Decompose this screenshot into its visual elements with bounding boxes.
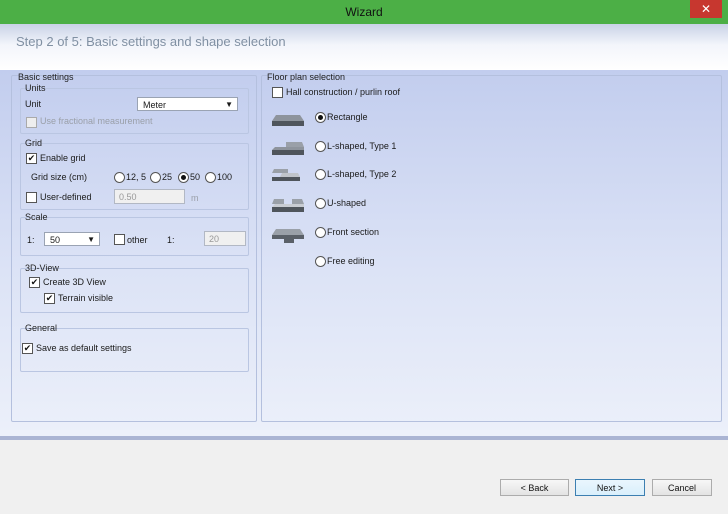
view3d-group [20,268,249,313]
scale-prefix: 1: [27,235,35,245]
close-button[interactable]: ✕ [690,0,722,18]
close-icon: ✕ [700,2,712,16]
shape-label-free-editing: Free editing [327,256,375,266]
chevron-down-icon: ▼ [87,235,95,244]
save-default-label: Save as default settings [36,343,132,353]
terrain-visible-label: Terrain visible [58,293,114,303]
other-scale-checkbox[interactable] [114,234,125,245]
user-defined-label: User-defined [40,192,92,202]
grid-size-25-label: 25 [162,172,173,182]
scale-select[interactable]: 50 ▼ [44,232,100,246]
shape-radio-l-shaped-type2[interactable] [315,169,326,180]
hall-construction-checkbox[interactable] [272,87,283,98]
l-shaped-type2-icon [272,167,306,185]
user-defined-unit: m [191,193,199,203]
grid-size-radio-50[interactable] [178,172,189,183]
step-title: Step 2 of 5: Basic settings and shape se… [16,34,286,49]
shape-label-u-shaped: U-shaped [327,198,367,208]
cancel-button[interactable]: Cancel [652,479,712,496]
save-default-checkbox[interactable]: ✔ [22,343,33,354]
shape-radio-u-shaped[interactable] [315,198,326,209]
shape-radio-l-shaped-type1[interactable] [315,141,326,152]
shape-label-front-section: Front section [327,227,380,237]
chevron-down-icon: ▼ [225,100,233,109]
terrain-visible-checkbox[interactable]: ✔ [44,293,55,304]
create-3d-view-label: Create 3D View [43,277,106,287]
grid-title: Grid [25,138,43,148]
shape-label-l-shaped-type1: L-shaped, Type 1 [327,141,397,151]
scale-select-value: 50 [50,235,61,245]
grid-size-radio-100[interactable] [205,172,216,183]
u-shaped-icon [272,197,306,217]
grid-size-50-label: 50 [190,172,201,182]
grid-size-label: Grid size (cm) [31,172,87,182]
other-scale-input[interactable]: 20 [204,231,246,246]
grid-size-100-label: 100 [217,172,233,182]
window-title: Wizard [345,5,383,19]
grid-size-12-5-label: 12, 5 [126,172,147,182]
shape-radio-rectangle[interactable] [315,112,326,123]
enable-grid-label: Enable grid [40,153,86,163]
back-button[interactable]: < Back [500,479,569,496]
user-defined-input[interactable]: 0.50 [114,189,185,204]
shape-label-rectangle: Rectangle [327,112,368,122]
fractional-label: Use fractional measurement [40,116,153,126]
basic-settings-title: Basic settings [18,72,74,82]
enable-grid-checkbox[interactable]: ✔ [26,153,37,164]
general-title: General [25,323,58,333]
hall-construction-label: Hall construction / purlin roof [286,87,401,97]
fractional-checkbox[interactable] [26,117,37,128]
shape-radio-front-section[interactable] [315,227,326,238]
other-scale-prefix: 1: [167,235,175,245]
rectangle-shape-icon [272,112,306,130]
unit-label: Unit [25,99,42,109]
next-button[interactable]: Next > [575,479,645,496]
unit-select-value: Meter [143,100,167,110]
shape-radio-free-editing[interactable] [315,256,326,267]
scale-title: Scale [25,212,48,222]
front-section-icon [272,227,306,247]
footer [0,440,728,514]
floor-plan-title: Floor plan selection [267,72,346,82]
unit-select[interactable]: Meter ▼ [137,97,238,111]
floor-plan-group [261,75,722,422]
user-defined-checkbox[interactable] [26,192,37,203]
grid-size-radio-25[interactable] [150,172,161,183]
shape-label-l-shaped-type2: L-shaped, Type 2 [327,169,397,179]
grid-size-radio-12-5[interactable] [114,172,125,183]
other-scale-label: other [127,235,148,245]
create-3d-view-checkbox[interactable]: ✔ [29,277,40,288]
l-shaped-type1-icon [272,140,306,160]
units-title: Units [25,83,46,93]
view3d-title: 3D-View [25,263,59,273]
units-group [20,88,249,134]
